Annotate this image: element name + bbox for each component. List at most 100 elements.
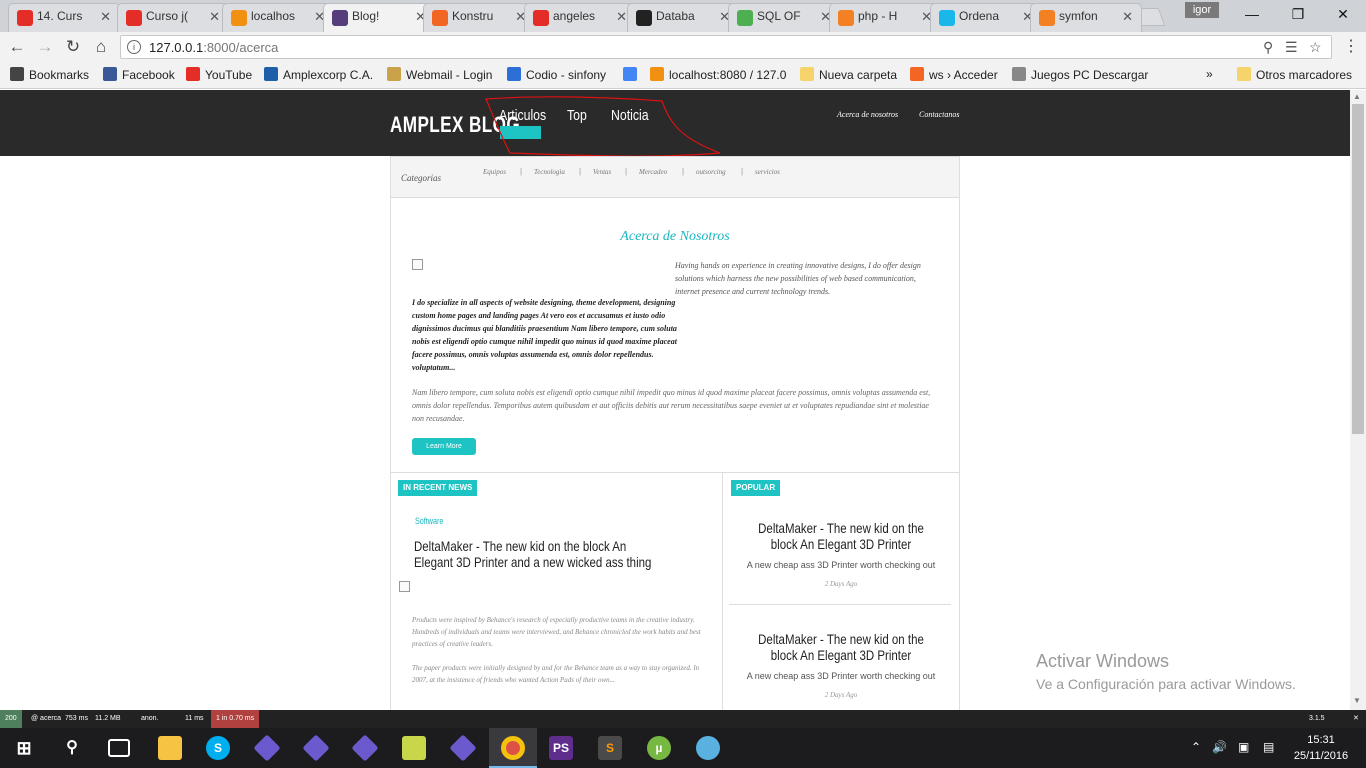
popular-item-title[interactable]: DeltaMaker - The new kid on the block An… — [751, 631, 931, 663]
tab-title: angeles — [553, 9, 596, 23]
learn-more-button[interactable]: Learn More — [412, 438, 476, 455]
bookmark-item[interactable]: ws › Acceder — [910, 67, 998, 82]
stackoverflow-icon — [1039, 10, 1055, 26]
category-link[interactable]: Tecnologia — [534, 168, 565, 176]
windows-start-icon[interactable]: ⊞ — [12, 736, 36, 760]
tab-close-icon[interactable]: ✕ — [616, 4, 627, 29]
news-title-link[interactable]: DeltaMaker - The new kid on the block An… — [414, 538, 652, 570]
category-link[interactable]: Equipos — [483, 168, 506, 176]
sf-version[interactable]: 3.1.5 — [1304, 710, 1330, 728]
reload-icon[interactable]: ↻ — [62, 36, 84, 58]
bookmark-item[interactable]: Codio - sinfony — [507, 67, 606, 82]
paint-icon[interactable] — [696, 736, 720, 760]
task-view-icon[interactable] — [108, 739, 130, 757]
url-text[interactable]: 127.0.0.1:8000/acerca — [149, 40, 278, 55]
stackoverflow-icon — [838, 10, 854, 26]
phpstorm-icon[interactable]: PS — [549, 736, 573, 760]
chrome-icon[interactable] — [501, 736, 525, 760]
browser-tab[interactable]: Databa ✕ — [627, 3, 739, 32]
network-icon[interactable]: ▣ — [1238, 740, 1249, 754]
minimize-button[interactable]: — — [1229, 4, 1275, 26]
symfony-icon — [636, 10, 652, 26]
back-icon[interactable]: ← — [6, 36, 28, 58]
file-explorer-icon[interactable] — [158, 736, 182, 760]
scrollbar-thumb[interactable] — [1352, 104, 1364, 434]
tab-close-icon[interactable]: ✕ — [1122, 4, 1133, 29]
popular-item-title[interactable]: DeltaMaker - The new kid on the block An… — [751, 520, 931, 552]
bookmark-item[interactable]: localhost:8080 / 127.0 — [650, 67, 786, 82]
popular-item[interactable]: DeltaMaker - The new kid on the block An… — [731, 631, 951, 699]
sf-time[interactable]: 753 ms — [60, 710, 93, 728]
browser-tab[interactable]: Ordena ✕ — [930, 3, 1042, 32]
bookmark-item[interactable]: YouTube — [186, 67, 252, 82]
sf-twig[interactable]: 11 ms — [180, 710, 209, 728]
translate-icon[interactable]: ☰ — [1285, 39, 1298, 56]
bookmark-item[interactable]: Juegos PC Descargar — [1012, 67, 1148, 82]
bookmark-item[interactable]: Bookmarks — [10, 67, 89, 82]
nav-acerca[interactable]: Acerca de nosotros — [837, 110, 898, 119]
category-link[interactable]: servicios — [755, 168, 780, 176]
sublime-icon[interactable]: S — [598, 736, 622, 760]
tab-close-icon[interactable]: ✕ — [100, 4, 111, 29]
bookmark-star-icon[interactable]: ☆ — [1309, 39, 1322, 56]
git-icon[interactable] — [449, 734, 477, 762]
browser-tab[interactable]: Konstru ✕ — [423, 3, 535, 32]
utorrent-icon[interactable]: µ — [647, 736, 671, 760]
zoom-icon[interactable]: ⚲ — [1263, 39, 1273, 56]
folder-app-icon[interactable] — [402, 736, 426, 760]
bookmark-item[interactable]: Facebook — [103, 67, 175, 82]
browser-tab[interactable]: angeles ✕ — [524, 3, 636, 32]
tray-chevron-icon[interactable]: ⌃ — [1191, 740, 1201, 754]
category-link[interactable]: Mercadeo — [639, 168, 667, 176]
browser-tab[interactable]: SQL OF ✕ — [728, 3, 840, 32]
category-separator: | — [579, 167, 582, 176]
sf-user[interactable]: anon. — [136, 710, 164, 728]
news-category-link[interactable]: Software — [415, 516, 443, 526]
bookmark-item[interactable]: Webmail - Login — [387, 67, 492, 82]
browser-tab[interactable]: localhos ✕ — [222, 3, 334, 32]
sf-memory[interactable]: 11.2 MB — [90, 710, 126, 728]
page-scrollbar[interactable]: ▲ ▼ — [1350, 90, 1366, 710]
taskbar-clock[interactable]: 15:31 25/11/2016 — [1291, 732, 1351, 764]
address-bar[interactable]: i 127.0.0.1:8000/acerca ⚲ ☰ ☆ — [120, 35, 1332, 59]
notifications-icon[interactable]: ▤ — [1263, 740, 1274, 754]
home-icon[interactable]: ⌂ — [90, 36, 112, 58]
menu-icon[interactable]: ⋮ — [1343, 36, 1359, 56]
browser-tab[interactable]: php - H ✕ — [829, 3, 941, 32]
browser-tab[interactable]: symfon ✕ — [1030, 3, 1142, 32]
restore-button[interactable]: ❐ — [1275, 4, 1321, 26]
browser-toolbar: ← → ↻ ⌂ i 127.0.0.1:8000/acerca ⚲ ☰ ☆ ⋮ — [0, 32, 1366, 62]
category-link[interactable]: outsorcing — [696, 168, 726, 176]
bookmark-item[interactable] — [623, 67, 642, 82]
sf-status-code[interactable]: 200 — [0, 710, 22, 728]
browser-tab[interactable]: Curso j(✕ — [117, 3, 229, 32]
scroll-down-icon[interactable]: ▼ — [1353, 696, 1361, 705]
sf-close-icon[interactable]: ✕ — [1348, 710, 1364, 728]
close-window-button[interactable]: ✕ — [1320, 4, 1366, 26]
popular-item-time: 2 Days Ago — [824, 580, 858, 588]
bookmark-item[interactable]: Nueva carpeta — [800, 67, 897, 82]
volume-icon[interactable]: 🔊 — [1212, 740, 1227, 754]
bookmarks-overflow-button[interactable]: » — [1206, 67, 1213, 81]
news-text-1: Products were inspired by Behance's rese… — [412, 616, 701, 648]
category-link[interactable]: Ventas — [593, 168, 611, 176]
nav-contactanos[interactable]: Contactanos — [919, 110, 959, 119]
skype-icon[interactable]: S — [206, 736, 230, 760]
site-info-icon[interactable]: i — [127, 40, 141, 54]
browser-tab[interactable]: 14. Curs ✕ — [8, 3, 120, 32]
scroll-up-icon[interactable]: ▲ — [1353, 92, 1361, 101]
search-icon[interactable]: ⚲ — [60, 736, 84, 760]
git-icon[interactable] — [253, 734, 281, 762]
browser-tab[interactable]: Blog! ✕ — [323, 3, 435, 32]
bookmarks-bar: Bookmarks Facebook YouTube Amplexcorp C.A. W… — [0, 62, 1366, 89]
tab-close-icon[interactable]: ✕ — [209, 4, 220, 29]
popular-item[interactable]: DeltaMaker - The new kid on the block An… — [731, 520, 951, 588]
profile-button[interactable]: igor — [1185, 2, 1219, 18]
browser-tab-strip: igor — ❐ ✕ 14. Curs ✕ Curso j(✕ localhos ✕ Bl… — [0, 0, 1366, 32]
bookmark-item[interactable]: Amplexcorp C.A. — [264, 67, 373, 82]
sf-queries[interactable]: 1 in 0.70 ms — [211, 710, 260, 728]
git-icon[interactable] — [302, 734, 330, 762]
git-icon[interactable] — [351, 734, 379, 762]
forward-icon[interactable]: → — [34, 36, 56, 58]
other-bookmarks[interactable]: Otros marcadores — [1237, 67, 1352, 82]
